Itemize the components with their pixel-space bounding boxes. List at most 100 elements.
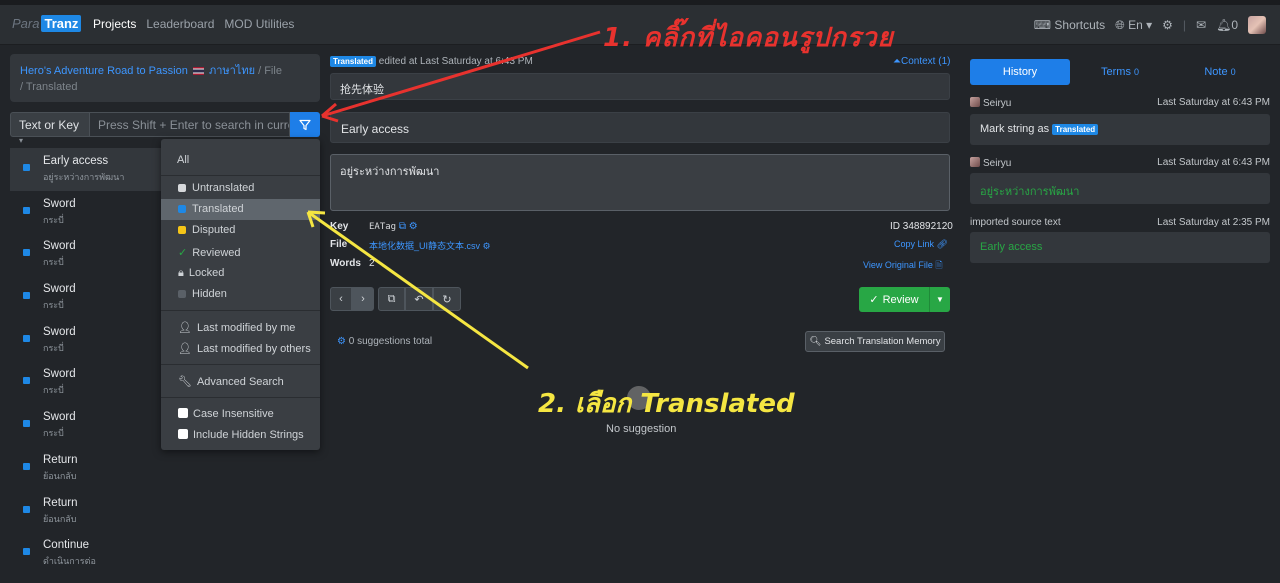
list-item[interactable]: Return ย้อนกลับ [10, 490, 170, 533]
copy-source-button[interactable]: ⧉ [378, 287, 405, 311]
check-icon: ✓ [869, 294, 879, 306]
undo-button[interactable]: ↶ [405, 287, 433, 311]
copy-icon[interactable]: ⧉ [399, 221, 406, 232]
redo-button[interactable]: ↻ [433, 287, 461, 311]
history-content: อยู่ระหว่างการพัฒนา [980, 186, 1080, 198]
list-item[interactable]: Continue ดำเนินการต่อ [10, 532, 170, 575]
list-item[interactable]: Sword กระบี่ [10, 404, 170, 447]
filter-translated[interactable]: Translated [161, 199, 320, 220]
tab-note[interactable]: Note 0 [1170, 59, 1270, 85]
string-id: ID 348892120 [890, 221, 953, 232]
avatar [970, 157, 980, 167]
search-mode-select[interactable]: Text or Key [10, 112, 90, 137]
copy-link[interactable]: Copy Link 🔗︎ [894, 239, 948, 250]
search-tm-button[interactable]: 🔍︎ Search Translation Memory [805, 331, 945, 352]
status-dot [23, 334, 30, 342]
nav-mod-utilities[interactable]: MOD Utilities [224, 17, 294, 31]
include-hidden-checkbox[interactable]: Include Hidden Strings [161, 425, 320, 446]
original-text: Early access [330, 112, 950, 143]
breadcrumb-language[interactable]: ภาษาไทย [209, 65, 255, 77]
key-value-text: EATag [369, 222, 397, 232]
context-link[interactable]: ⏶Context (1) [893, 56, 950, 67]
list-item[interactable]: Sword กระบี่ [10, 233, 170, 276]
wrench-icon: 🔧︎ [178, 376, 192, 388]
list-item[interactable]: Sword กระบี่ [10, 191, 170, 234]
list-item[interactable]: Return ย้อนกลับ [10, 447, 170, 490]
key-value: EATag ⧉ ⚙ [369, 221, 418, 232]
tab-terms[interactable]: Terms 0 [1070, 59, 1170, 85]
avatar [970, 97, 980, 107]
status-dot [23, 164, 30, 171]
divider: | [1182, 18, 1187, 32]
include-hidden-label: Include Hidden Strings [193, 429, 304, 441]
filter-disputed[interactable]: Disputed [161, 220, 320, 241]
status-dot [23, 292, 30, 300]
filter-hidden-label: Hidden [192, 288, 227, 300]
suggestions-count: ⚙ 0 suggestions total [337, 336, 432, 347]
undo-icon: ↶ [414, 293, 424, 306]
annotation-step2: 2. เลือก Translated [538, 389, 795, 419]
filter-advanced-search[interactable]: 🔧︎ Advanced Search [161, 371, 320, 392]
breadcrumb-file[interactable]: / File [258, 65, 282, 77]
filter-hidden[interactable]: Hidden [161, 284, 320, 305]
breadcrumb-project[interactable]: Hero's Adventure Road to Passion [20, 65, 188, 77]
cursor-indicator [627, 386, 651, 410]
history-content: Early access [980, 241, 1043, 253]
gear-icon: ⚙ [337, 336, 346, 347]
review-dropdown-toggle[interactable]: ▼ [930, 287, 950, 312]
next-button[interactable]: › [352, 287, 374, 311]
item-text: Sword [43, 240, 76, 253]
tab-history[interactable]: History [970, 59, 1070, 85]
nav-leaderboard[interactable]: Leaderboard [146, 17, 214, 31]
words-label: Words [330, 258, 361, 269]
file-link[interactable]: 本地化数据_UI静态文本.csv ⚙ [369, 239, 491, 252]
filter-button[interactable] [290, 112, 320, 137]
filter-all[interactable]: All [161, 150, 320, 171]
filter-locked[interactable]: 🔒︎ Locked [161, 263, 320, 284]
translation-textarea[interactable]: อยู่ระหว่างการพัฒนา [330, 154, 950, 211]
view-original-link[interactable]: View Original File 🗎 [863, 258, 943, 274]
notification-button[interactable]: 🔔︎0 [1216, 18, 1238, 32]
filter-locked-label: Locked [188, 267, 225, 279]
prev-button[interactable]: ‹ [330, 287, 352, 311]
paratranz-logo[interactable]: Para Tranz [12, 15, 82, 32]
review-label: Review [882, 293, 919, 306]
checkbox-box [178, 429, 188, 439]
gear-icon: ⚙ [482, 241, 491, 251]
user-icon: 👤︎ [178, 343, 192, 355]
filter-last-modified-others[interactable]: 👤︎ Last modified by others [161, 338, 320, 359]
item-text: Sword [43, 197, 76, 210]
redo-icon: ↻ [442, 293, 452, 306]
item-text: Sword [43, 325, 76, 338]
gear-icon[interactable]: ⚙ [409, 221, 418, 232]
avatar[interactable] [1248, 16, 1266, 34]
filter-untranslated[interactable]: Untranslated [161, 178, 320, 199]
list-item[interactable]: Sword กระบี่ [10, 276, 170, 319]
item-translation: กระบี่ [43, 214, 64, 225]
divider [161, 397, 320, 398]
mail-icon[interactable]: ✉ [1196, 18, 1206, 32]
link-icon: 🔗︎ [936, 239, 948, 249]
list-item[interactable]: Early access อยู่ระหว่างการพัฒนา [10, 148, 170, 191]
status-dot [23, 206, 30, 214]
case-insensitive-checkbox[interactable]: Case Insensitive [161, 404, 320, 425]
search-input[interactable]: Press Shift + Enter to search in current [90, 112, 290, 137]
item-translation: กระบี่ [43, 342, 64, 353]
status-badge: Translated [330, 56, 377, 67]
filter-last-modified-me[interactable]: 👤︎ Last modified by me [161, 317, 320, 338]
filter-reviewed[interactable]: ✓ Reviewed [161, 242, 320, 263]
shortcuts-button[interactable]: ⌨ Shortcuts [1034, 18, 1105, 32]
item-text: Continue [43, 539, 90, 552]
words-value: 2 [369, 258, 375, 269]
item-text: Return [43, 453, 78, 466]
list-item[interactable]: Sword กระบี่ [10, 361, 170, 404]
filter-disputed-label: Disputed [192, 224, 236, 236]
settings-icon[interactable]: ⚙ [1162, 18, 1173, 32]
nav-projects[interactable]: Projects [93, 17, 136, 31]
review-button[interactable]: ✓ Review [859, 287, 930, 312]
language-button[interactable]: 🌐︎ En ▾ [1115, 18, 1152, 33]
list-item[interactable]: Sword กระบี่ [10, 319, 170, 362]
status-dot [23, 505, 30, 513]
item-translation: ย้อนกลับ [43, 470, 77, 481]
item-text: Sword [43, 411, 76, 424]
